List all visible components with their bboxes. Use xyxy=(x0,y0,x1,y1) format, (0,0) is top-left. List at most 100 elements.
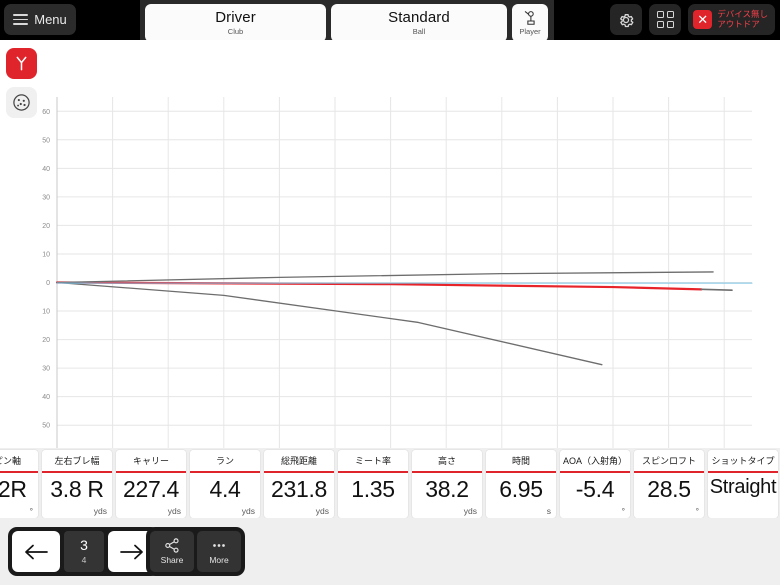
player-caption: Player xyxy=(519,27,540,36)
stat-value: 6.95 xyxy=(486,476,556,503)
svg-text:50: 50 xyxy=(42,423,50,430)
stat-card[interactable]: AOA（入射角） -5.4 ° xyxy=(560,450,630,518)
menu-button-label: Menu xyxy=(34,12,67,27)
previous-shot-button[interactable] xyxy=(12,531,60,572)
chart-series xyxy=(57,272,752,365)
stat-card[interactable]: スピン軸3.2R° xyxy=(0,450,38,518)
svg-text:40: 40 xyxy=(42,166,50,173)
bottom-bar: 3 4 Share xyxy=(0,518,780,585)
trajectory-chart: 6050403020100102030405060020406080100120… xyxy=(0,40,780,448)
stat-body: 28.5 ° xyxy=(634,473,704,518)
golf-tee-icon xyxy=(14,54,29,73)
stat-label: AOA（入射角） xyxy=(560,450,630,471)
ball-value: Standard xyxy=(388,10,450,26)
stat-value: 38.2 xyxy=(412,476,482,503)
stat-card[interactable]: ラン 4.4 yds xyxy=(190,450,260,518)
stat-card[interactable]: ショットタイプStraight xyxy=(708,450,778,518)
more-label: More xyxy=(209,555,228,565)
stat-value: 4.4 xyxy=(190,476,260,503)
arrow-right-icon xyxy=(119,543,145,561)
svg-text:10: 10 xyxy=(42,309,50,316)
stats-row: スピン軸3.2R°左右ブレ幅3.8 Rydsキャリー227.4ydsラン4.4y… xyxy=(0,450,780,518)
stat-body: 231.8yds xyxy=(264,473,334,518)
top-bar: Menu Driver Club Standard Ball Player ゴル… xyxy=(0,0,780,40)
stat-card[interactable]: ミート率 1.35 xyxy=(338,450,408,518)
stat-body: 1.35 xyxy=(338,473,408,518)
stat-unit: ° xyxy=(696,506,699,516)
ball-caption: Ball xyxy=(413,27,426,36)
stat-label: 時間 xyxy=(486,450,556,471)
club-selector[interactable]: Driver Club xyxy=(145,4,326,42)
chart-canvas: 6050403020100102030405060020406080100120… xyxy=(0,40,780,448)
stat-unit: yds xyxy=(242,506,255,516)
more-button[interactable]: More xyxy=(197,531,241,572)
stat-card[interactable]: 時間6.95s xyxy=(486,450,556,518)
device-status-line2: アウトドア xyxy=(717,20,768,30)
stat-unit: yds xyxy=(316,506,329,516)
tee-view-button[interactable] xyxy=(6,48,37,79)
stat-value: 3.8 R xyxy=(42,476,112,503)
share-label: Share xyxy=(161,555,184,565)
stat-value: -5.4 xyxy=(560,476,630,503)
stat-label: キャリー xyxy=(116,450,186,471)
app-root: Menu Driver Club Standard Ball Player ゴル… xyxy=(0,0,780,585)
stat-value: 227.4 xyxy=(116,476,186,503)
stat-body: 3.2R° xyxy=(0,473,38,518)
stat-label: スピン軸 xyxy=(0,450,38,471)
hamburger-icon xyxy=(13,14,28,25)
stat-card[interactable]: 総飛距離231.8yds xyxy=(264,450,334,518)
gear-icon xyxy=(617,11,635,29)
arrow-left-icon xyxy=(23,543,49,561)
series-dispersion-upper xyxy=(57,272,713,283)
action-buttons: Share More xyxy=(146,527,245,576)
svg-text:50: 50 xyxy=(42,137,50,144)
stat-label: 左右ブレ幅 xyxy=(42,450,112,471)
device-status-badge[interactable]: ✕ デバイス無し アウトドア xyxy=(688,4,775,35)
shot-navigation: 3 4 xyxy=(8,527,160,576)
top-right-controls: ✕ デバイス無し アウトドア xyxy=(610,4,775,35)
stat-unit: yds xyxy=(94,506,107,516)
stat-card[interactable]: スピンロフト28.5° xyxy=(634,450,704,518)
stat-label: 総飛距離 xyxy=(264,450,334,471)
stat-body: 38.2 yds xyxy=(412,473,482,518)
ellipsis-icon xyxy=(210,538,228,553)
svg-text:0: 0 xyxy=(46,280,50,287)
stat-body: 3.8 R yds xyxy=(42,473,112,518)
layout-grid-button[interactable] xyxy=(649,4,681,35)
ball-view-button[interactable] xyxy=(6,87,37,118)
shot-counter: 3 4 xyxy=(64,531,104,572)
share-button[interactable]: Share xyxy=(150,531,194,572)
club-caption: Club xyxy=(228,27,243,36)
settings-button[interactable] xyxy=(610,4,642,35)
stat-card[interactable]: キャリー 227.4 yds xyxy=(116,450,186,518)
golf-ball-icon xyxy=(12,93,31,112)
stat-value: 1.35 xyxy=(338,476,408,503)
stat-body: 4.4 yds xyxy=(190,473,260,518)
stat-card[interactable]: 左右ブレ幅 3.8 R yds xyxy=(42,450,112,518)
stat-unit: ° xyxy=(622,506,625,516)
share-icon xyxy=(164,538,180,553)
svg-text:20: 20 xyxy=(42,223,50,230)
stat-unit: yds xyxy=(168,506,181,516)
svg-text:60: 60 xyxy=(42,109,50,116)
svg-text:30: 30 xyxy=(42,194,50,201)
stat-unit: yds xyxy=(464,506,477,516)
stat-body: 6.95s xyxy=(486,473,556,518)
series-rollout-tail xyxy=(701,289,732,290)
stat-body: -5.4 ° xyxy=(560,473,630,518)
menu-button[interactable]: Menu xyxy=(4,4,76,35)
club-value: Driver xyxy=(215,10,256,26)
shot-current: 3 xyxy=(80,538,88,553)
grid-icon xyxy=(657,11,674,28)
device-status-text: デバイス無し アウトドア xyxy=(717,10,768,29)
player-selector[interactable]: Player xyxy=(512,4,548,42)
stat-body: Straight xyxy=(708,473,778,518)
stat-value: Straight xyxy=(708,476,778,499)
stat-value: 3.2R xyxy=(0,476,38,503)
stat-card[interactable]: 高さ38.2yds xyxy=(412,450,482,518)
stat-label: ラン xyxy=(190,450,260,471)
player-icon xyxy=(521,10,539,26)
ball-selector[interactable]: Standard Ball xyxy=(331,4,507,42)
stat-label: ミート率 xyxy=(338,450,408,471)
stat-value: 28.5 xyxy=(634,476,704,503)
